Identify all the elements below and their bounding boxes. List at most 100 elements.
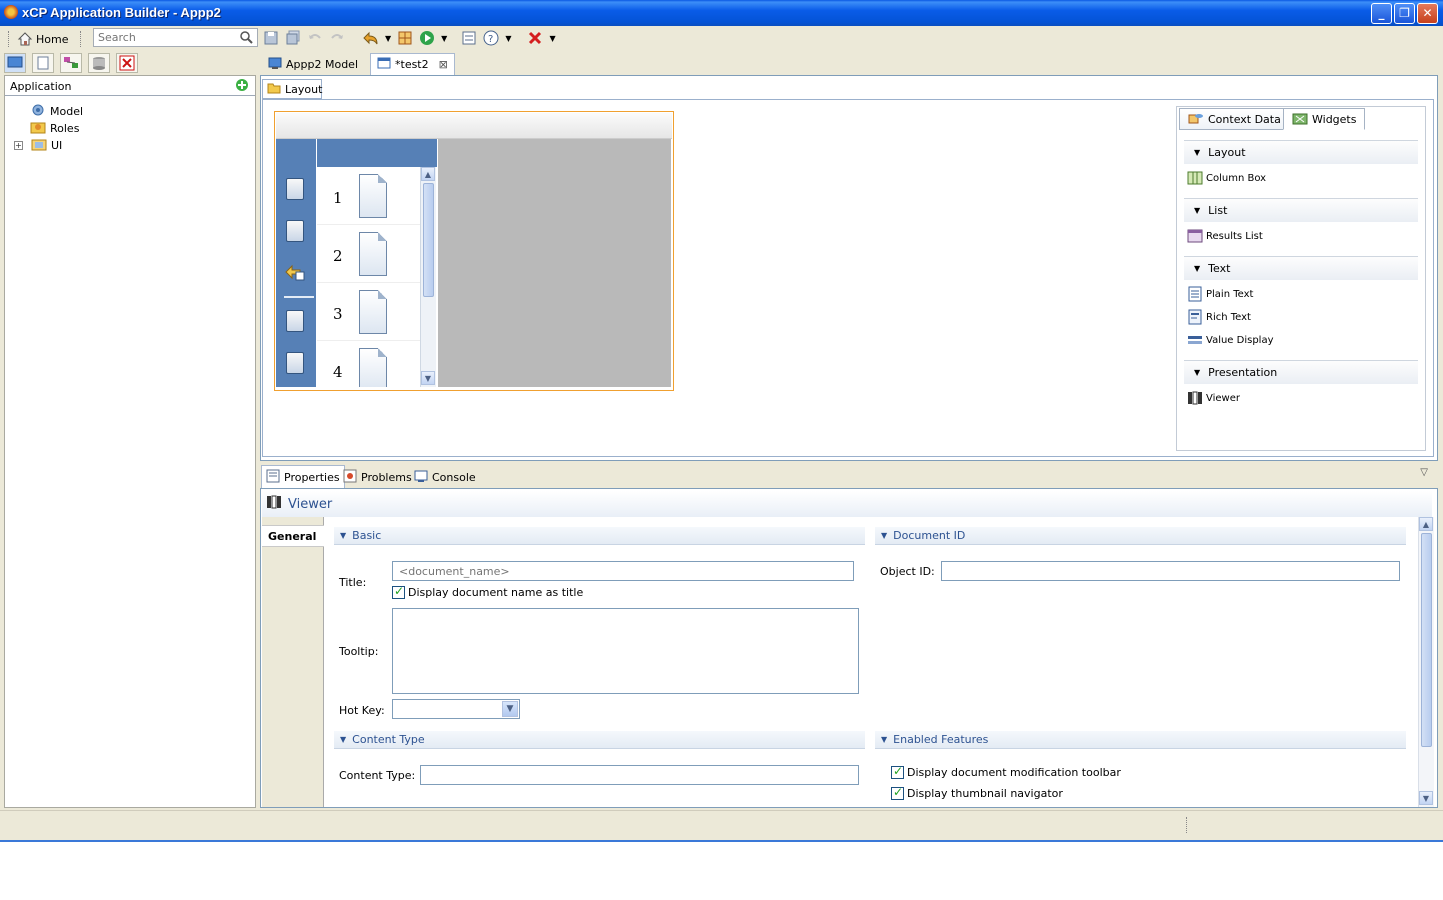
move-pages-icon[interactable] <box>284 262 306 285</box>
results-list-icon <box>1187 228 1203 244</box>
palette-item-viewer[interactable]: Viewer <box>1187 390 1240 406</box>
ui-folder-icon <box>31 137 47 154</box>
collapse-icon: ▼ <box>1194 368 1201 377</box>
palette-item-column-box[interactable]: Column Box <box>1187 170 1266 186</box>
properties-scrollbar[interactable]: ▲ ▼ <box>1418 517 1434 807</box>
view-menu-icon[interactable]: ▽ <box>1420 467 1428 478</box>
title-field[interactable] <box>392 561 854 581</box>
minimize-button[interactable]: _ <box>1371 3 1392 24</box>
tooltip-field[interactable] <box>392 608 859 694</box>
remove-page-icon[interactable] <box>286 220 304 242</box>
scroll-thumb[interactable] <box>423 183 434 297</box>
section-title: Document ID <box>893 529 966 542</box>
help-icon[interactable]: ? <box>483 30 499 46</box>
redo-icon[interactable] <box>329 30 345 46</box>
tab-context-data[interactable]: Context Data <box>1179 108 1290 130</box>
scroll-down-icon[interactable]: ▼ <box>1419 791 1433 805</box>
save-icon[interactable] <box>263 30 279 46</box>
explorer-header: Application <box>5 76 255 96</box>
section-enabled-features[interactable]: ▼ Enabled Features <box>875 731 1406 749</box>
section-content-type[interactable]: ▼ Content Type <box>334 731 865 749</box>
bottom-view-tabs: Properties Problems Console ▽ <box>260 465 1438 489</box>
tab-layout[interactable]: Layout <box>262 79 322 99</box>
modification-toolbar-checkbox[interactable]: Display document modification toolbar <box>891 764 1121 779</box>
tree-item-model[interactable]: Model <box>30 103 83 120</box>
thumbnail-row[interactable]: 3 <box>317 283 420 341</box>
object-id-field[interactable] <box>941 561 1400 581</box>
close-view-tab[interactable] <box>116 53 138 73</box>
run-icon[interactable] <box>419 30 435 46</box>
tab-problems[interactable]: Problems <box>338 465 417 489</box>
merge-pages-icon[interactable] <box>286 352 304 374</box>
folder-open-icon <box>267 82 281 97</box>
tree-item-roles[interactable]: Roles <box>30 120 79 137</box>
tab-console[interactable]: Console <box>409 465 481 489</box>
palette-section-text[interactable]: ▼ Text <box>1184 256 1418 280</box>
deploy-icon[interactable] <box>397 30 413 46</box>
collapse-icon: ▼ <box>1194 264 1201 273</box>
checkbox-checked-icon[interactable] <box>392 584 405 599</box>
thumbnail-navigator-checkbox[interactable]: Display thumbnail navigator <box>891 785 1063 800</box>
palette-item-plain-text[interactable]: Plain Text <box>1187 286 1253 302</box>
hotkey-select[interactable]: ▼ <box>392 699 520 719</box>
add-icon[interactable] <box>235 78 249 95</box>
outline-icon[interactable] <box>461 30 477 46</box>
properties-icon <box>266 469 280 486</box>
tab-widgets[interactable]: Widgets <box>1283 108 1366 130</box>
help-dropdown-icon[interactable]: ▼ <box>505 34 511 43</box>
back-dropdown-icon[interactable]: ▼ <box>385 34 391 43</box>
scroll-up-icon[interactable]: ▲ <box>421 167 435 181</box>
palette-item-value-display[interactable]: Value Display <box>1187 332 1274 348</box>
undo-icon[interactable] <box>307 30 323 46</box>
process-view-tab[interactable] <box>60 53 82 73</box>
search-icon[interactable] <box>239 30 253 47</box>
close-button[interactable]: ✕ <box>1417 3 1438 24</box>
tab-general[interactable]: General <box>262 525 324 547</box>
scroll-thumb[interactable] <box>1421 533 1432 747</box>
section-document-id[interactable]: ▼ Document ID <box>875 527 1406 545</box>
content-type-field[interactable] <box>420 765 859 785</box>
back-icon[interactable] <box>363 30 379 46</box>
save-all-icon[interactable] <box>285 30 301 46</box>
palette-section-presentation[interactable]: ▼ Presentation <box>1184 360 1418 384</box>
tab-properties[interactable]: Properties <box>261 465 345 489</box>
add-page-icon[interactable] <box>286 178 304 200</box>
expand-icon[interactable]: + <box>14 141 23 150</box>
palette-item-results-list[interactable]: Results List <box>1187 228 1263 244</box>
scroll-down-icon[interactable]: ▼ <box>421 371 435 385</box>
window-bottom-edge <box>0 840 1443 842</box>
palette-section-list[interactable]: ▼ List <box>1184 198 1418 222</box>
checkbox-checked-icon[interactable] <box>891 764 904 779</box>
run-dropdown-icon[interactable]: ▼ <box>441 34 447 43</box>
home-button[interactable]: Home <box>17 30 68 48</box>
thumbnail-row[interactable]: 2 <box>317 225 420 283</box>
palette-item-rich-text[interactable]: Rich Text <box>1187 309 1251 325</box>
restore-button[interactable]: ❐ <box>1394 3 1415 24</box>
checkbox-label: Display document modification toolbar <box>907 766 1121 779</box>
close-tab-icon[interactable]: ⊠ <box>439 58 448 71</box>
model-icon <box>30 103 46 120</box>
section-title: Enabled Features <box>893 733 989 746</box>
tab-appp2-model[interactable]: Appp2 Model <box>262 53 364 75</box>
value-display-icon <box>1187 332 1203 348</box>
extract-page-icon[interactable] <box>286 310 304 332</box>
stop-dropdown-icon[interactable]: ▼ <box>549 34 555 43</box>
stop-icon[interactable] <box>527 30 543 46</box>
application-view-tab[interactable] <box>4 53 26 73</box>
thumbnail-row[interactable]: 1 <box>317 167 420 225</box>
display-name-checkbox[interactable]: Display document name as title <box>392 584 583 599</box>
thumbnail-row[interactable]: 4 <box>317 341 420 387</box>
checkbox-checked-icon[interactable] <box>891 785 904 800</box>
section-basic[interactable]: ▼ Basic <box>334 527 865 545</box>
search-input[interactable] <box>93 28 258 47</box>
scroll-up-icon[interactable]: ▲ <box>1419 517 1433 531</box>
chevron-down-icon[interactable]: ▼ <box>502 701 518 717</box>
tab-test2[interactable]: *test2 ⊠ <box>370 53 455 75</box>
palette-section-layout[interactable]: ▼ Layout <box>1184 140 1418 164</box>
checkbox-label: Display thumbnail navigator <box>907 787 1063 800</box>
tree-item-ui[interactable]: + UI <box>14 137 62 154</box>
section-title: Content Type <box>352 733 425 746</box>
thumbnail-scrollbar[interactable]: ▲ ▼ <box>420 167 436 387</box>
data-view-tab[interactable] <box>88 53 110 73</box>
pages-view-tab[interactable] <box>32 53 54 73</box>
